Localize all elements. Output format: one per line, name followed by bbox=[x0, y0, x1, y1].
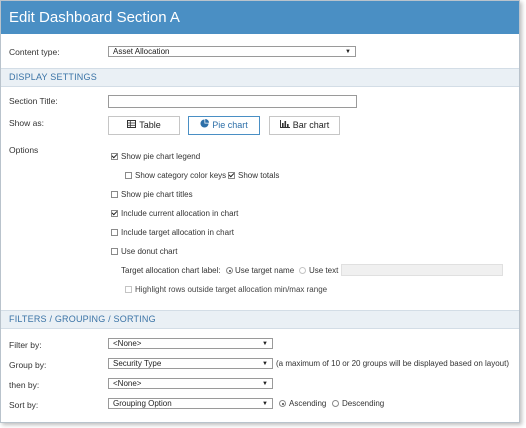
chevron-down-icon: ▼ bbox=[262, 381, 268, 387]
show-as-label: Show as: bbox=[9, 118, 44, 128]
display-settings-header: DISPLAY SETTINGS bbox=[1, 68, 519, 87]
section-title-input[interactable] bbox=[108, 95, 357, 108]
include-current-checkbox[interactable] bbox=[111, 210, 118, 217]
show-titles-checkbox[interactable] bbox=[111, 191, 118, 198]
content-type-select[interactable]: Asset Allocation ▼ bbox=[108, 46, 356, 57]
table-icon bbox=[127, 117, 137, 134]
pie-chart-button-label: Pie chart bbox=[212, 120, 248, 130]
ascending-label: Ascending bbox=[289, 399, 327, 408]
use-text-label: Use text bbox=[309, 266, 339, 275]
edit-dashboard-dialog: Edit Dashboard Section A Content type: A… bbox=[0, 0, 520, 423]
filters-header: FILTERS / GROUPING / SORTING bbox=[1, 310, 519, 329]
content-type-label: Content type: bbox=[9, 47, 60, 57]
descending-radio[interactable] bbox=[332, 400, 339, 407]
show-legend-label: Show pie chart legend bbox=[121, 152, 201, 161]
chevron-down-icon: ▼ bbox=[262, 341, 268, 347]
include-current-label: Include current allocation in chart bbox=[121, 209, 239, 218]
show-legend-checkbox[interactable] bbox=[111, 153, 118, 160]
group-by-note: (a maximum of 10 or 20 groups will be di… bbox=[276, 359, 510, 368]
target-label-text-input[interactable] bbox=[341, 264, 503, 276]
bar-chart-icon bbox=[279, 117, 290, 134]
use-text-radio[interactable] bbox=[299, 267, 306, 274]
group-by-select[interactable]: Security Type ▼ bbox=[108, 358, 273, 369]
ascending-radio[interactable] bbox=[279, 400, 286, 407]
show-titles-label: Show pie chart titles bbox=[121, 190, 193, 199]
filter-by-select[interactable]: <None> ▼ bbox=[108, 338, 273, 349]
sort-by-label: Sort by: bbox=[9, 400, 39, 410]
highlight-rows-checkbox[interactable] bbox=[125, 286, 132, 293]
use-donut-checkbox[interactable] bbox=[111, 248, 118, 255]
then-by-value: <None> bbox=[113, 379, 142, 388]
dialog-title-bar: Edit Dashboard Section A bbox=[1, 1, 519, 34]
descending-label: Descending bbox=[342, 399, 385, 408]
then-by-label: then by: bbox=[9, 380, 40, 390]
dialog-title: Edit Dashboard Section A bbox=[9, 9, 180, 26]
filter-by-value: <None> bbox=[113, 339, 142, 348]
show-totals-checkbox[interactable] bbox=[228, 172, 235, 179]
include-target-checkbox[interactable] bbox=[111, 229, 118, 236]
include-target-label: Include target allocation in chart bbox=[121, 228, 234, 237]
show-color-keys-label: Show category color keys bbox=[135, 171, 227, 180]
show-totals-label: Show totals bbox=[238, 171, 280, 180]
section-title-label: Section Title: bbox=[9, 96, 58, 106]
bar-chart-button[interactable]: Bar chart bbox=[269, 116, 340, 135]
bar-chart-button-label: Bar chart bbox=[292, 120, 330, 130]
display-settings-heading: DISPLAY SETTINGS bbox=[9, 72, 97, 82]
sort-by-select[interactable]: Grouping Option ▼ bbox=[108, 398, 273, 409]
highlight-rows-label: Highlight rows outside target allocation… bbox=[135, 285, 328, 294]
table-button[interactable]: Table bbox=[108, 116, 180, 135]
use-target-name-label: Use target name bbox=[235, 266, 295, 275]
group-by-label: Group by: bbox=[9, 360, 47, 370]
chevron-down-icon: ▼ bbox=[345, 49, 351, 55]
use-target-name-radio[interactable] bbox=[226, 267, 233, 274]
pie-chart-icon bbox=[200, 117, 210, 134]
options-label: Options bbox=[9, 145, 39, 155]
chevron-down-icon: ▼ bbox=[262, 401, 268, 407]
show-color-keys-checkbox[interactable] bbox=[125, 172, 132, 179]
table-button-label: Table bbox=[139, 120, 161, 130]
then-by-select[interactable]: <None> ▼ bbox=[108, 378, 273, 389]
target-label-label: Target allocation chart label: bbox=[121, 266, 221, 275]
filter-by-label: Filter by: bbox=[9, 340, 42, 350]
pie-chart-button[interactable]: Pie chart bbox=[188, 116, 260, 135]
filters-heading: FILTERS / GROUPING / SORTING bbox=[9, 314, 156, 324]
chevron-down-icon: ▼ bbox=[262, 361, 268, 367]
group-by-value: Security Type bbox=[113, 359, 162, 368]
use-donut-label: Use donut chart bbox=[121, 247, 178, 256]
sort-by-value: Grouping Option bbox=[113, 399, 172, 408]
content-type-value: Asset Allocation bbox=[113, 47, 170, 56]
